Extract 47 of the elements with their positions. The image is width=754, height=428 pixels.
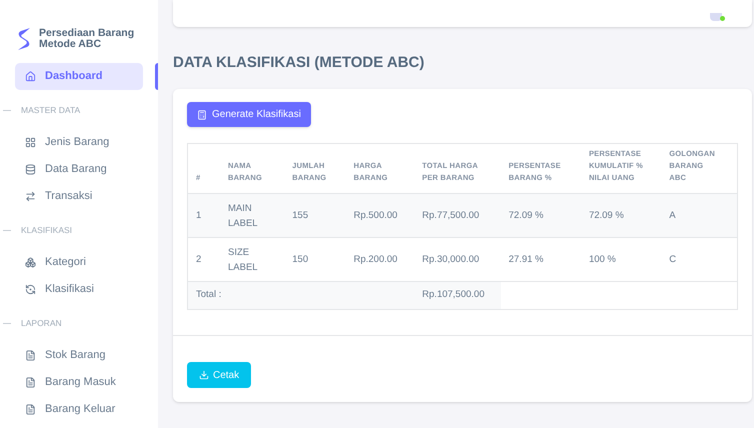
table-cell: 27.91 % xyxy=(500,238,581,282)
table-cell: Rp.500.00 xyxy=(346,194,414,238)
table-cell: 155 xyxy=(284,194,346,238)
calculator-icon xyxy=(197,110,207,120)
page-title: DATA KLASIFIKASI (METODE ABC) xyxy=(173,53,426,73)
sidebar-item[interactable]: Klasifikasi xyxy=(15,276,143,303)
boxes-icon xyxy=(25,257,36,268)
sidebar-item[interactable]: Kategori xyxy=(15,249,143,276)
document-icon xyxy=(25,404,36,415)
sidebar-item[interactable]: Stok Barang xyxy=(15,342,143,369)
generate-button[interactable]: Generate Klasifikasi xyxy=(187,102,311,127)
arrows-icon xyxy=(25,191,36,202)
sidebar-item[interactable]: Transaksi xyxy=(15,183,143,210)
table-cell: Rp.200.00 xyxy=(346,238,414,282)
sidebar-item[interactable]: Data Barang xyxy=(15,156,143,183)
table-cell: 72.09 % xyxy=(500,194,581,238)
table-cell: Rp.30,000.00 xyxy=(414,238,501,282)
document-icon xyxy=(25,350,36,361)
table-cell: 150 xyxy=(284,238,346,282)
download-icon xyxy=(199,370,209,380)
cycle-icon xyxy=(25,284,36,295)
database-icon xyxy=(25,164,36,175)
brand-name: Persediaan Barang Metode ABC xyxy=(39,28,136,50)
table-cell: C xyxy=(661,238,738,282)
table-cell: MAIN LABEL xyxy=(220,194,284,238)
sidebar-item[interactable]: Dashboard xyxy=(15,63,143,90)
table-cell: 100 % xyxy=(580,238,662,282)
grid-icon xyxy=(25,137,36,148)
avatar-icon[interactable] xyxy=(710,13,722,21)
table-cell: A xyxy=(661,194,738,238)
total-value: Rp.107,500.00 xyxy=(414,282,501,310)
section-header: KLASIFIKASI xyxy=(21,224,72,236)
table-cell: 2 xyxy=(188,238,220,282)
section-header: LAPORAN xyxy=(21,316,62,330)
document-icon xyxy=(25,377,36,388)
table-cell: 72.09 % xyxy=(580,194,662,238)
sidebar-item[interactable]: Barang Keluar xyxy=(15,396,143,423)
section-header: MASTER DATA xyxy=(21,104,80,116)
house-icon xyxy=(25,71,36,82)
table-cell: Rp.77,500.00 xyxy=(414,194,501,238)
active-indicator xyxy=(155,63,158,90)
logo-icon xyxy=(17,27,31,51)
sidebar-item[interactable]: Barang Masuk xyxy=(15,369,143,396)
total-label: Total : xyxy=(188,282,414,310)
table-cell: 1 xyxy=(188,194,220,238)
sidebar-item[interactable]: Jenis Barang xyxy=(15,129,143,156)
table-cell: SIZE LABEL xyxy=(220,238,284,282)
